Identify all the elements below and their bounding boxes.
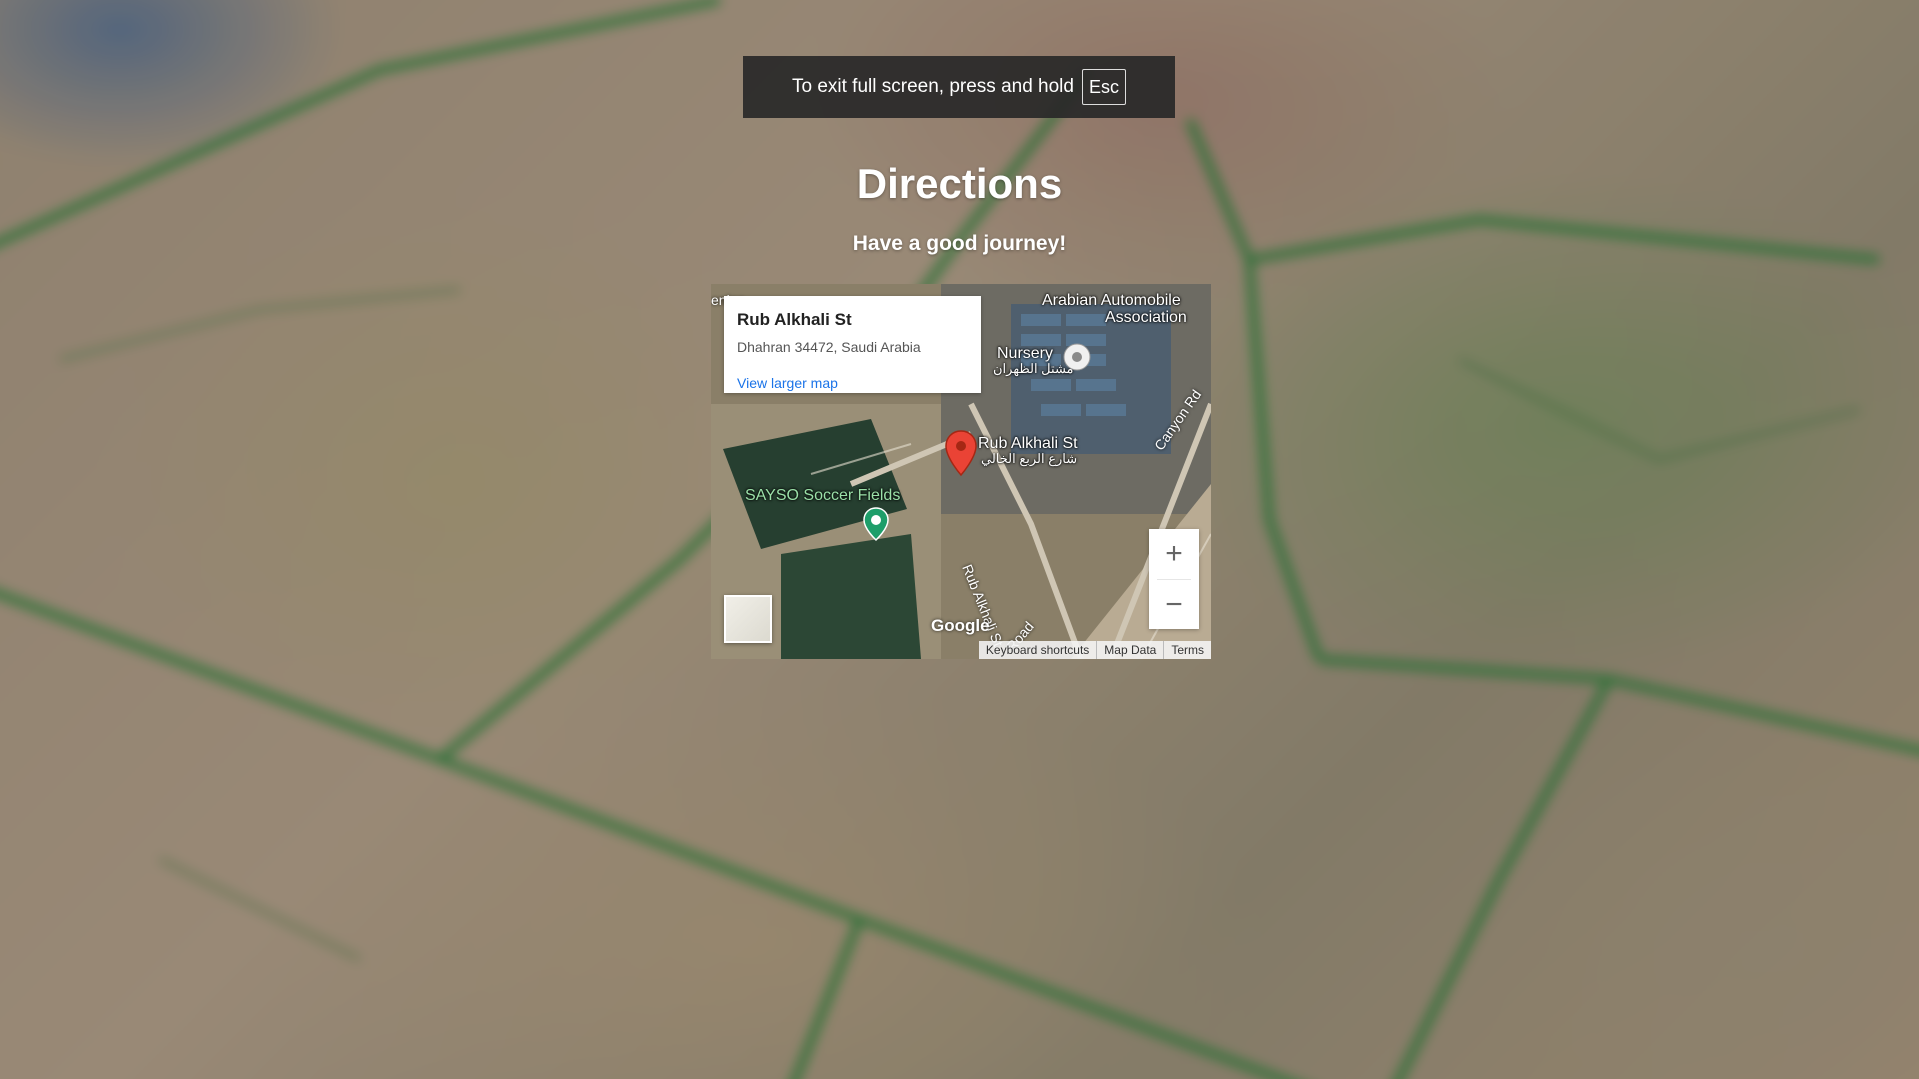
esc-key-hint: Esc bbox=[1081, 69, 1126, 105]
fullscreen-notice-text: To exit full screen, press and hold bbox=[791, 76, 1074, 97]
map-label-association[interactable]: Association bbox=[1105, 309, 1187, 327]
location-pin-icon[interactable] bbox=[944, 429, 978, 477]
zoom-in-button[interactable]: + bbox=[1149, 529, 1199, 579]
info-card-title: Rub Alkhali St bbox=[737, 310, 852, 329]
terms-link[interactable]: Terms bbox=[1163, 641, 1211, 659]
info-card-address: Dhahran 34472, Saudi Arabia bbox=[737, 339, 921, 355]
zoom-controls: + − bbox=[1149, 529, 1199, 629]
soccer-field-marker-icon[interactable] bbox=[861, 506, 891, 542]
map-layer-toggle-button[interactable] bbox=[724, 595, 772, 643]
map-label-automobile-association[interactable]: Arabian Automobile bbox=[1042, 292, 1181, 310]
map-label-soccer-fields[interactable]: SAYSO Soccer Fields bbox=[745, 487, 900, 505]
map-label-pin-arabic[interactable]: شارع الربع الخالي bbox=[981, 451, 1077, 467]
fullscreen-exit-notice: To exit full screen, press and hold Esc bbox=[743, 56, 1175, 118]
zoom-out-button[interactable]: − bbox=[1149, 580, 1199, 630]
embedded-map[interactable]: Arabian Automobile Association Nursery م… bbox=[711, 284, 1211, 659]
page-title: Directions bbox=[856, 160, 1063, 207]
page-subtitle: Have a good journey! bbox=[852, 232, 1067, 255]
keyboard-shortcuts-link[interactable]: Keyboard shortcuts bbox=[979, 641, 1096, 659]
place-marker-icon[interactable] bbox=[1061, 341, 1093, 373]
map-info-card: Rub Alkhali St Dhahran 34472, Saudi Arab… bbox=[724, 296, 981, 393]
map-data-link[interactable]: Map Data bbox=[1096, 641, 1163, 659]
map-attribution-bar: Keyboard shortcuts Map Data Terms bbox=[978, 641, 1211, 659]
google-logo: Google bbox=[931, 616, 990, 635]
view-larger-map-link[interactable]: View larger map bbox=[737, 375, 838, 391]
